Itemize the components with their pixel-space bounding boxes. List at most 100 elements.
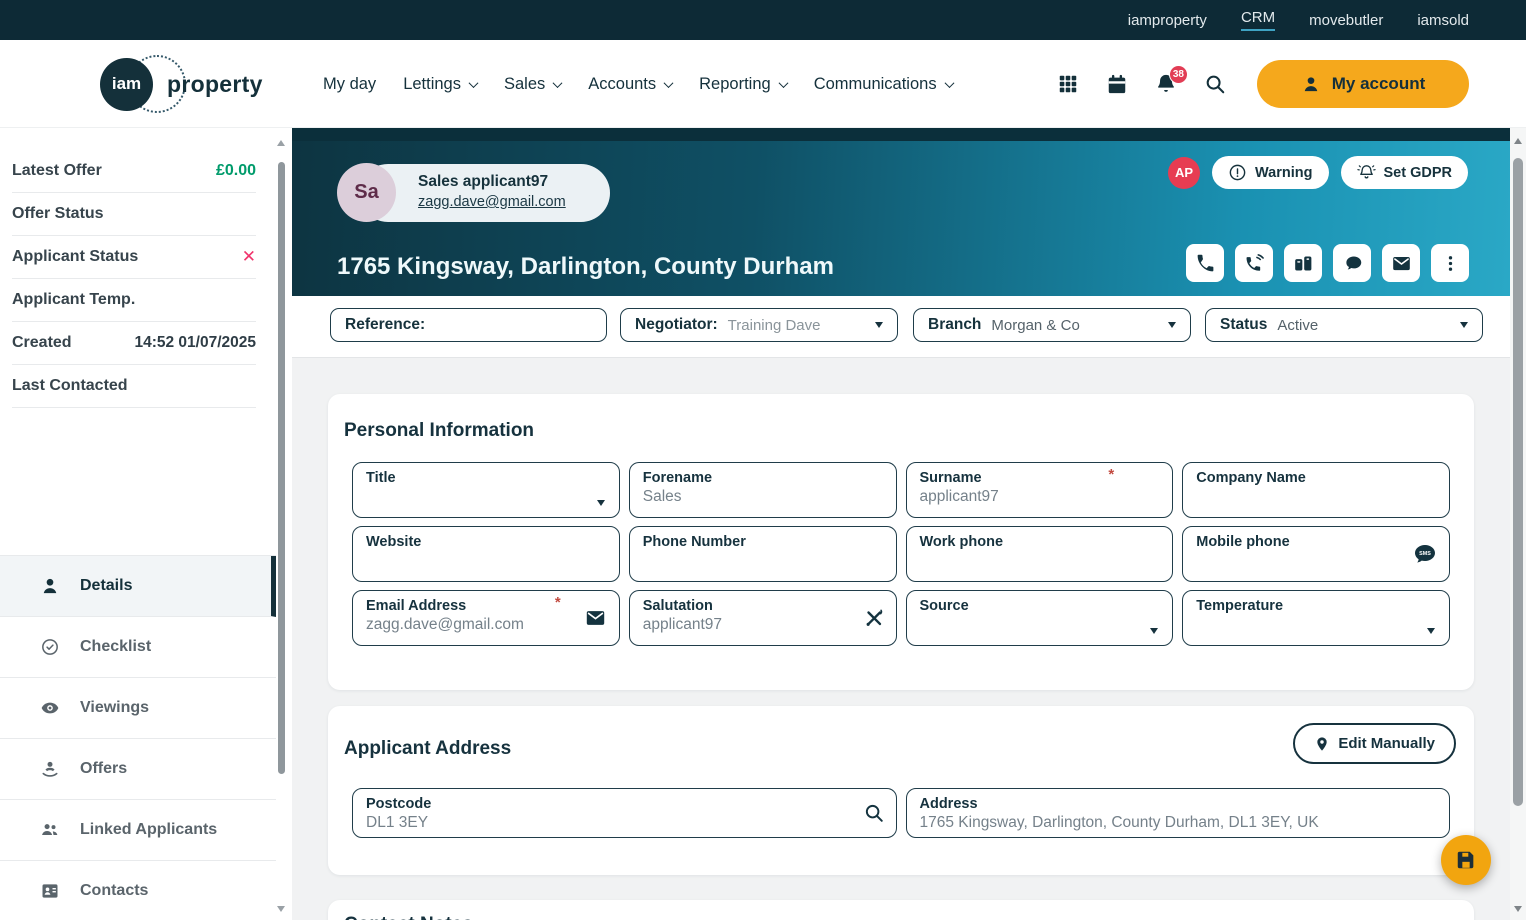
edit-manually-button[interactable]: Edit Manually — [1293, 723, 1456, 764]
apps-grid-icon[interactable] — [1057, 73, 1079, 95]
scroll-up-arrow[interactable] — [277, 140, 285, 146]
dropdown-caret-icon — [1168, 322, 1176, 328]
sms-bubble-icon[interactable]: SMS — [1412, 542, 1438, 566]
phone-waves-icon — [1244, 253, 1265, 274]
stat-applicant-status: Applicant Status ✕ — [12, 236, 256, 279]
sms-chat-button[interactable] — [1333, 244, 1371, 282]
product-switcher-bar: iamproperty CRM movebutler iamsold — [0, 0, 1526, 40]
applicant-sidebar: Latest Offer £0.00 Offer Status Applican… — [0, 128, 292, 920]
topbar-link-iamsold[interactable]: iamsold — [1417, 12, 1469, 29]
scroll-up-arrow[interactable] — [1514, 138, 1522, 144]
iamproperty-logo[interactable]: iam property — [100, 57, 263, 111]
negotiator-dropdown[interactable]: Negotiator: Training Dave — [620, 308, 898, 342]
phone-icon — [1195, 253, 1216, 274]
work-phone-field[interactable]: Work phone — [906, 526, 1174, 582]
nav-sales[interactable]: Sales — [504, 75, 561, 94]
salutation-field[interactable]: Salutation applicant97 — [629, 590, 897, 646]
email-button[interactable] — [1382, 244, 1420, 282]
sidebar-item-checklist[interactable]: Checklist — [0, 617, 276, 678]
nav-communications[interactable]: Communications — [814, 75, 953, 94]
sidebar-item-details[interactable]: Details — [0, 556, 276, 617]
people-icon — [40, 820, 60, 840]
dropdown-caret-icon — [1460, 322, 1468, 328]
logo-wordmark: property — [167, 71, 263, 98]
temperature-dropdown[interactable]: Temperature — [1182, 590, 1450, 646]
phone-number-field[interactable]: Phone Number — [629, 526, 897, 582]
calendar-icon[interactable] — [1106, 73, 1128, 95]
call-button[interactable] — [1186, 244, 1224, 282]
created-datetime: 14:52 01/07/2025 — [134, 334, 256, 352]
notifications-bell-icon[interactable]: 38 — [1155, 73, 1177, 95]
postcode-search-icon[interactable] — [863, 802, 885, 824]
chevron-down-icon — [469, 78, 479, 88]
chevron-down-icon — [553, 78, 563, 88]
stat-offer-status: Offer Status — [12, 193, 256, 236]
section-title-personal-information: Personal Information — [344, 420, 1474, 442]
dropdown-caret-icon — [875, 322, 883, 328]
scrollable-content: Personal Information Title Forename Sale… — [292, 358, 1510, 920]
status-dropdown[interactable]: Status Active — [1205, 308, 1483, 342]
dropdown-caret-icon — [1427, 628, 1435, 634]
title-dropdown[interactable]: Title — [352, 462, 620, 518]
sidebar-item-offers[interactable]: Offers — [0, 739, 276, 800]
personal-information-card: Personal Information Title Forename Sale… — [328, 394, 1474, 690]
phonebook-button[interactable] — [1284, 244, 1322, 282]
topbar-link-crm[interactable]: CRM — [1241, 9, 1275, 31]
applicant-address-card: Applicant Address Edit Manually Postcode… — [328, 706, 1474, 875]
sidebar-scrollbar[interactable] — [277, 140, 285, 912]
applicant-email-link[interactable]: zagg.dave@gmail.com — [418, 194, 566, 210]
applicant-hero-banner: Sa Sales applicant97 zagg.dave@gmail.com… — [292, 128, 1510, 296]
branch-dropdown[interactable]: Branch Morgan & Co — [913, 308, 1191, 342]
reference-input[interactable]: Reference: — [330, 308, 607, 342]
source-dropdown[interactable]: Source — [906, 590, 1174, 646]
scroll-down-arrow[interactable] — [277, 906, 285, 912]
applicant-status-x-icon: ✕ — [242, 247, 256, 267]
forename-field[interactable]: Forename Sales — [629, 462, 897, 518]
applicant-section-nav: Details Checklist Viewings Offers Linked… — [0, 555, 276, 920]
mobile-phone-field[interactable]: Mobile phone SMS — [1182, 526, 1450, 582]
scroll-down-arrow[interactable] — [1514, 906, 1522, 912]
envelope-icon — [1391, 253, 1412, 274]
page-scrollbar[interactable] — [1510, 128, 1526, 920]
applicant-name: Sales applicant97 — [418, 173, 566, 191]
check-circle-icon — [40, 637, 60, 657]
postcode-field[interactable]: Postcode DL1 3EY — [352, 788, 897, 838]
search-icon[interactable] — [1204, 73, 1226, 95]
nav-accounts[interactable]: Accounts — [588, 75, 672, 94]
stat-applicant-temp: Applicant Temp. — [12, 279, 256, 322]
map-pin-icon — [1314, 736, 1330, 752]
chat-bubble-icon — [1342, 253, 1363, 274]
sidebar-item-linked-applicants[interactable]: Linked Applicants — [0, 800, 276, 861]
company-name-field[interactable]: Company Name — [1182, 462, 1450, 518]
outbound-call-button[interactable] — [1235, 244, 1273, 282]
website-field[interactable]: Website — [352, 526, 620, 582]
set-gdpr-button[interactable]: Set GDPR — [1341, 156, 1469, 189]
topbar-link-movebutler[interactable]: movebutler — [1309, 12, 1383, 29]
nav-lettings[interactable]: Lettings — [403, 75, 477, 94]
topbar-link-iamproperty[interactable]: iamproperty — [1128, 12, 1207, 29]
eye-icon — [40, 698, 60, 718]
record-filter-bar: Reference: Negotiator: Training Dave Bra… — [292, 296, 1510, 358]
applicant-profile-chip[interactable]: Sa Sales applicant97 zagg.dave@gmail.com — [337, 163, 610, 223]
tools-icon[interactable] — [863, 607, 885, 629]
sidebar-item-viewings[interactable]: Viewings — [0, 678, 276, 739]
kebab-menu-icon — [1440, 253, 1461, 274]
my-account-button[interactable]: My account — [1257, 60, 1469, 108]
scrollbar-thumb[interactable] — [278, 162, 285, 774]
address-field[interactable]: Address 1765 Kingsway, Darlington, Count… — [906, 788, 1451, 838]
ap-status-badge[interactable]: AP — [1168, 157, 1200, 189]
email-address-field[interactable]: Email Address zagg.dave@gmail.com * — [352, 590, 620, 646]
nav-my-day[interactable]: My day — [323, 75, 376, 94]
more-options-button[interactable] — [1431, 244, 1469, 282]
property-address-heading: 1765 Kingsway, Darlington, County Durham — [337, 253, 834, 281]
save-button[interactable] — [1441, 835, 1491, 885]
surname-field[interactable]: Surname applicant97 * — [906, 462, 1174, 518]
warning-button[interactable]: Warning — [1212, 156, 1328, 189]
nav-reporting[interactable]: Reporting — [699, 75, 787, 94]
warning-circle-icon — [1228, 163, 1247, 182]
send-email-icon[interactable] — [583, 607, 608, 629]
avatar: Sa — [337, 163, 396, 222]
contact-notes-card: Contact Notes — [328, 900, 1474, 920]
sidebar-item-contacts[interactable]: Contacts — [0, 861, 276, 920]
scrollbar-thumb[interactable] — [1513, 158, 1523, 806]
